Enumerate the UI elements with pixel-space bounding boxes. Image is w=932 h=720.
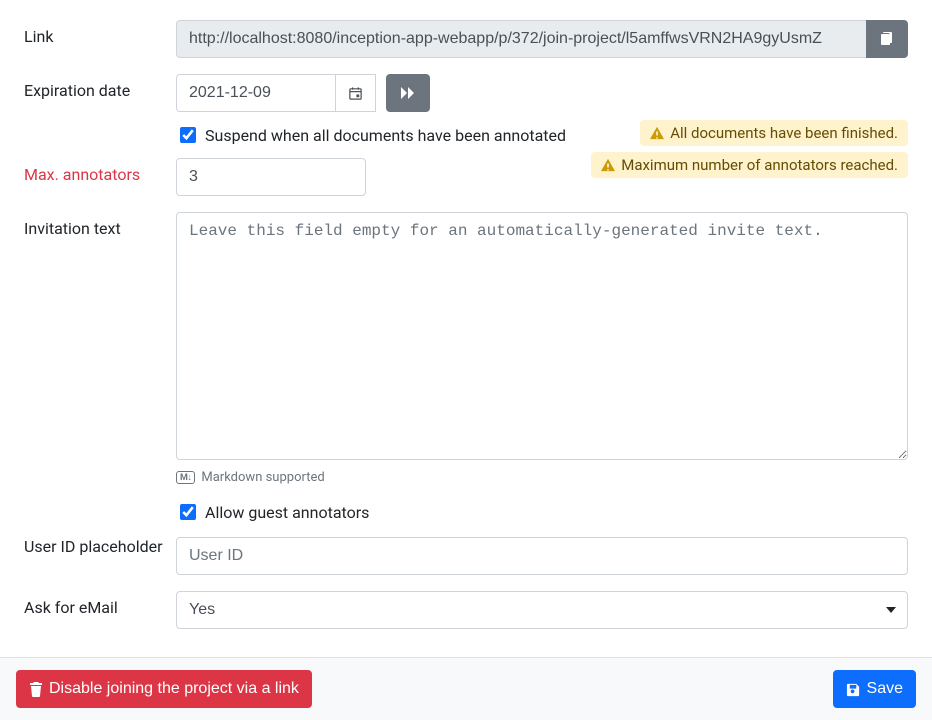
allow-guest-checkbox[interactable] <box>180 504 196 520</box>
expiration-input[interactable] <box>176 74 336 112</box>
suspend-checkbox[interactable] <box>180 127 196 143</box>
invitation-textarea[interactable] <box>176 212 908 460</box>
allow-guest-label[interactable]: Allow guest annotators <box>205 503 369 522</box>
fast-forward-button[interactable] <box>386 74 430 112</box>
invitation-label: Invitation text <box>24 212 176 238</box>
save-button[interactable]: Save <box>833 670 916 708</box>
fast-forward-icon <box>400 86 416 100</box>
suspend-label[interactable]: Suspend when all documents have been ann… <box>205 126 566 145</box>
max-annotators-label: Max. annotators <box>24 158 176 184</box>
calendar-button[interactable] <box>336 74 376 112</box>
warning-text: All documents have been finished. <box>670 124 898 142</box>
disable-link-button[interactable]: Disable joining the project via a link <box>16 670 312 708</box>
max-annotators-input[interactable] <box>176 158 366 196</box>
save-icon <box>846 682 861 697</box>
link-label: Link <box>24 20 176 46</box>
disable-link-label: Disable joining the project via a link <box>49 677 299 701</box>
warning-all-finished: All documents have been finished. <box>640 120 908 146</box>
user-id-placeholder-label: User ID placeholder <box>24 537 176 556</box>
expiration-label: Expiration date <box>24 74 176 100</box>
link-input[interactable] <box>176 20 866 58</box>
warning-text: Maximum number of annotators reached. <box>621 156 898 174</box>
warning-icon <box>601 158 615 172</box>
markdown-hint-text: Markdown supported <box>201 470 324 485</box>
save-label: Save <box>867 677 903 701</box>
user-id-placeholder-input[interactable] <box>176 537 908 575</box>
copy-icon <box>879 31 895 47</box>
warning-icon <box>650 126 664 140</box>
markdown-hint: M↓ Markdown supported <box>176 470 908 485</box>
copy-link-button[interactable] <box>866 20 908 58</box>
ask-email-label: Ask for eMail <box>24 591 176 617</box>
markdown-badge-icon: M↓ <box>176 471 195 484</box>
ask-email-select[interactable]: Yes <box>176 591 908 629</box>
warning-max-reached: Maximum number of annotators reached. <box>591 152 908 178</box>
calendar-icon <box>348 86 363 101</box>
trash-icon <box>29 681 43 697</box>
